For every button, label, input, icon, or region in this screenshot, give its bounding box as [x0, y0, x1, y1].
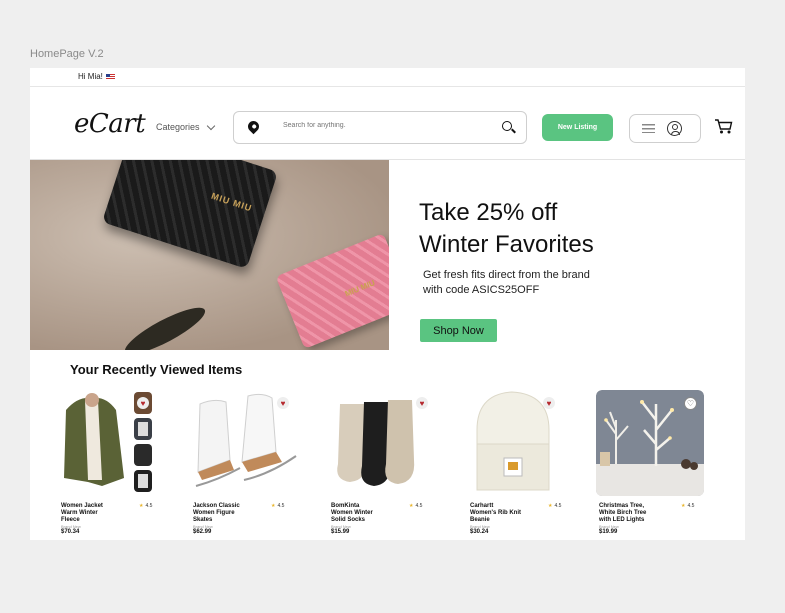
- promo-subtitle-line1: Get fresh fits direct from the brand: [423, 269, 590, 281]
- promo-banner: MIU MIU MIU MIU Take 25% off Winter Favo…: [30, 160, 745, 350]
- product-name: Jackson Classic Women Figure Skates Bran…: [193, 503, 255, 529]
- product-name: BomKinta Women Winter Solid Socks Brand …: [331, 503, 393, 529]
- rating-value: 4.5: [415, 503, 423, 509]
- recently-viewed-list: ♥ Women Jacket Warm Winter Fleece Brand …: [30, 388, 745, 538]
- shop-now-button[interactable]: Shop Now: [420, 319, 497, 342]
- pink-card-holder-image: MIU MIU: [275, 233, 389, 349]
- product-name-line: with LED Lights: [599, 517, 645, 523]
- promo-subtitle: Get fresh fits direct from the brand wit…: [423, 268, 643, 298]
- account-menu-button[interactable]: [629, 114, 701, 143]
- categories-label: Categories: [156, 122, 200, 132]
- chevron-down-icon: [206, 121, 215, 130]
- product-card[interactable]: ♥ Women Jacket Warm Winter Fleece Brand …: [58, 388, 178, 538]
- homepage: Hi Mia! eCart Categories New Listing MIU…: [30, 68, 745, 540]
- product-card[interactable]: ♥ BomKinta Women Winter Solid Socks Bran…: [328, 388, 448, 538]
- product-name-line: Jackson Classic: [193, 503, 240, 509]
- product-name-line: Women Jacket: [61, 503, 103, 509]
- categories-dropdown[interactable]: Categories: [156, 121, 215, 132]
- product-rating: ★ 4.5: [139, 503, 152, 509]
- favorite-heart-icon[interactable]: ♥: [543, 397, 555, 409]
- star-icon: ★: [139, 503, 144, 509]
- new-listing-button[interactable]: New Listing: [542, 114, 613, 141]
- user-icon: [667, 121, 682, 136]
- promo-subtitle-line2: with code ASICS25OFF: [423, 284, 540, 296]
- star-icon: ★: [548, 503, 553, 509]
- star-icon: ★: [271, 503, 276, 509]
- rating-value: 4.5: [145, 503, 153, 509]
- promo-title: Take 25% off Winter Favorites: [419, 197, 719, 261]
- product-image: [467, 390, 575, 496]
- wallet-emboss: MIU MIU: [209, 190, 254, 214]
- favorite-heart-icon[interactable]: ♥: [137, 397, 149, 409]
- favorite-heart-icon[interactable]: ♥: [416, 397, 428, 409]
- product-price: $30.24: [470, 529, 489, 535]
- glove-image: [120, 300, 210, 350]
- product-name-line: Skates: [193, 517, 213, 523]
- product-price: $70.34: [61, 529, 80, 535]
- product-card[interactable]: ♥ Jackson Classic Women Figure Skates Br…: [190, 388, 310, 538]
- greeting: Hi Mia!: [78, 72, 115, 81]
- header: eCart Categories New Listing: [30, 87, 745, 160]
- banner-image: MIU MIU MIU MIU: [30, 160, 389, 350]
- product-price: $15.99: [331, 529, 350, 535]
- rating-value: 4.5: [554, 503, 562, 509]
- product-name-line: Fleece: [61, 517, 80, 523]
- product-rating: ★ 4.5: [681, 503, 694, 509]
- logo[interactable]: eCart: [74, 109, 146, 139]
- location-pin-icon[interactable]: [245, 118, 262, 135]
- promo-title-line1: Take 25% off: [419, 199, 558, 226]
- product-name-line: Women Figure: [193, 510, 235, 516]
- star-icon: ★: [681, 503, 686, 509]
- product-name-line: BomKinta: [331, 503, 360, 509]
- product-name-line: Carhartt: [470, 503, 494, 509]
- product-name-line: Women Winter: [331, 510, 373, 516]
- frame-label: HomePage V.2: [30, 48, 104, 60]
- favorite-heart-icon[interactable]: ♡: [684, 397, 697, 410]
- product-name-line: Warm Winter: [61, 510, 98, 516]
- promo-title-line2: Winter Favorites: [419, 231, 594, 258]
- flag-icon: [105, 73, 115, 80]
- product-rating: ★ 4.5: [409, 503, 422, 509]
- product-rating: ★ 4.5: [271, 503, 284, 509]
- product-name: Christmas Tree, White Birch Tree with LE…: [599, 503, 661, 529]
- product-name-line: Beanie: [470, 517, 490, 523]
- recently-viewed-title: Your Recently Viewed Items: [70, 362, 243, 377]
- star-icon: ★: [409, 503, 414, 509]
- product-name: Carhartt Women's Rib Knit Beanie Brand N…: [470, 503, 532, 529]
- product-image: [58, 390, 166, 496]
- product-price: $19.99: [599, 529, 618, 535]
- search-input[interactable]: [281, 121, 485, 130]
- product-rating: ★ 4.5: [548, 503, 561, 509]
- product-name-line: Women's Rib Knit: [470, 510, 521, 516]
- greeting-text: Hi Mia!: [78, 72, 103, 81]
- rating-value: 4.5: [687, 503, 695, 509]
- product-name-line: Solid Socks: [331, 517, 366, 523]
- search-icon[interactable]: [502, 121, 512, 131]
- top-bar: Hi Mia!: [30, 68, 745, 87]
- product-card[interactable]: ♡ Christmas Tree, White Birch Tree with …: [596, 388, 716, 538]
- product-name-line: Christmas Tree,: [599, 503, 645, 509]
- product-card[interactable]: ♥ Carhartt Women's Rib Knit Beanie Brand…: [467, 388, 587, 538]
- menu-icon: [642, 124, 655, 133]
- rating-value: 4.5: [277, 503, 285, 509]
- search-bar: [233, 111, 527, 144]
- favorite-heart-icon[interactable]: ♥: [277, 397, 289, 409]
- black-wallet-image: MIU MIU: [101, 160, 279, 269]
- product-price: $62.99: [193, 529, 212, 535]
- card-emboss: MIU MIU: [343, 278, 377, 299]
- product-name-line: White Birch Tree: [599, 510, 647, 516]
- cart-icon[interactable]: [714, 118, 733, 135]
- product-name: Women Jacket Warm Winter Fleece Brand Ne…: [61, 503, 123, 529]
